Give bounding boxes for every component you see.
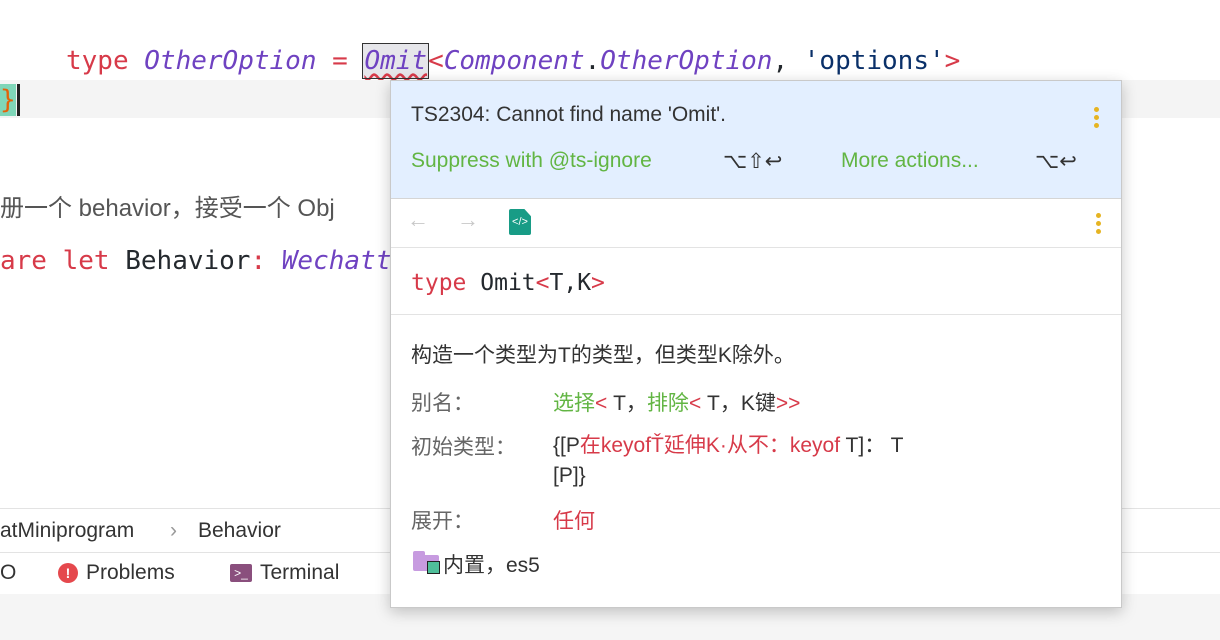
breadcrumb-separator: › [170, 519, 177, 542]
alias-label: 别名： [411, 392, 474, 415]
initial-type-label: 初始类型： [411, 436, 516, 459]
more-actions-link[interactable]: More actions... [841, 149, 979, 173]
forward-arrow-icon[interactable]: → [457, 207, 479, 233]
folder-icon [413, 551, 440, 574]
suppress-shortcut: ⌥⇧↩ [723, 150, 783, 173]
alias-name: OtherOption [144, 46, 317, 76]
equals-operator: = [332, 46, 348, 76]
clipped-previous-line [60, 0, 440, 6]
omit-identifier-error[interactable]: Omit [362, 43, 430, 79]
doc-options-icon[interactable] [1096, 213, 1102, 237]
behavior-name: Behavior [125, 246, 251, 276]
back-arrow-icon[interactable]: ← [407, 207, 429, 233]
initial-type-value: {[P在keyofŤ延伸K·从不：keyof T]： T [P]} [553, 434, 904, 487]
generic-open: < [428, 46, 444, 76]
expand-label: 展开： [411, 510, 474, 533]
terminal-icon: >_ [230, 564, 252, 582]
error-icon: ! [58, 563, 78, 583]
signature-params: T,K [549, 270, 592, 296]
expand-value: 任何 [553, 510, 595, 533]
breadcrumb-item-behavior[interactable]: Behavior [198, 519, 281, 543]
wechat-type: Wechatt [281, 246, 392, 276]
code-line-declare[interactable]: are let Behavior: Wechatt [0, 244, 391, 278]
dot: . [584, 46, 601, 76]
keyword-type: type [66, 46, 129, 76]
terminal-label: Terminal [260, 561, 340, 584]
doc-navigation-bar: ← → </> [391, 199, 1121, 248]
signature-open: < [535, 270, 550, 296]
error-message: TS2304: Cannot find name 'Omit'. [411, 103, 727, 126]
builtin-library-label[interactable]: 内置，es5 [443, 549, 540, 579]
more-options-icon[interactable] [1094, 107, 1100, 131]
closing-brace: } [0, 84, 16, 116]
code-line-type-alias[interactable]: type OtherOption = Omit<Component.OtherO… [66, 43, 961, 79]
terminal-tab[interactable]: >_ Terminal [230, 561, 339, 585]
error-section: TS2304: Cannot find name 'Omit'. Suppres… [391, 81, 1121, 199]
signature-name: Omit [480, 270, 536, 296]
breadcrumb-item-miniprogram[interactable]: atMiniprogram [0, 519, 134, 543]
comma: , [772, 46, 789, 76]
quick-doc-popup[interactable]: TS2304: Cannot find name 'Omit'. Suppres… [390, 80, 1122, 608]
more-actions-shortcut: ⌥↩ [1035, 150, 1077, 173]
other-option-ref: OtherOption [600, 46, 773, 76]
suppress-ts-ignore-action[interactable]: Suppress with @ts-ignore [411, 149, 652, 173]
signature-row: type Omit<T,K> [391, 248, 1121, 315]
generic-close: > [944, 46, 961, 76]
tool-window-partial[interactable]: O [0, 561, 16, 585]
keyword-declare-let: are let [0, 246, 110, 276]
problems-label: Problems [86, 561, 175, 584]
partial-label: O [0, 561, 17, 584]
source-file-icon[interactable]: </> [509, 209, 531, 235]
type-colon: : [250, 246, 267, 276]
doc-comment-line: 册一个 behavior，接受一个 Obj [0, 195, 335, 222]
signature-close: > [591, 270, 605, 296]
text-caret [17, 84, 20, 116]
type-signature: type Omit<T,K> [411, 270, 605, 296]
problems-tab[interactable]: ! Problems [58, 561, 175, 585]
options-string: 'options' [803, 46, 945, 76]
type-description: 构造一个类型为T的类型，但类型K除外。 [411, 344, 795, 367]
component-namespace: Component [443, 46, 585, 76]
alias-value: 选择< T，排除< T，K键>> [553, 392, 801, 415]
signature-keyword: type [411, 270, 467, 296]
